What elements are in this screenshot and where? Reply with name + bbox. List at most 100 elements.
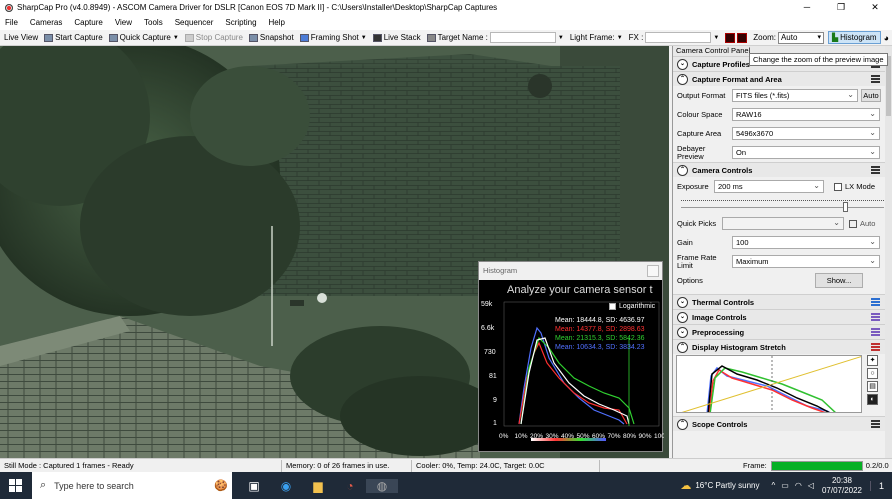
chevron-down-icon[interactable]: ▼	[713, 35, 719, 41]
stretch-histogram[interactable]: ✦ ○ ▤ ◐	[673, 354, 892, 414]
menu-icon[interactable]	[871, 75, 880, 83]
menu-view[interactable]: View	[115, 18, 132, 27]
histogram-stats: Mean: 18444.8, SD: 4636.97 Mean: 14377.8…	[555, 316, 645, 352]
save-icon[interactable]: ▤	[867, 381, 878, 392]
lx-mode-checkbox[interactable]: LX Mode	[834, 182, 875, 191]
section-display-histogram[interactable]: ⌃ Display Histogram Stretch	[673, 339, 892, 354]
chevron-up-icon[interactable]: ⌃	[677, 73, 688, 85]
notification-button[interactable]: 1	[870, 480, 892, 491]
section-camera-controls[interactable]: ⌃ Camera Controls	[673, 162, 892, 177]
menu-scripting[interactable]: Scripting	[225, 18, 256, 27]
exposure-slider[interactable]	[681, 196, 884, 214]
menu-icon[interactable]	[871, 313, 880, 321]
chevron-up-icon[interactable]: ^	[771, 481, 775, 490]
menu-cameras[interactable]: Cameras	[30, 18, 62, 27]
weather-text[interactable]: 16°C Partly sunny	[695, 481, 759, 490]
contrast-icon[interactable]: ◐	[867, 394, 878, 405]
zoom-select[interactable]: Auto	[777, 31, 824, 44]
lx-mode-label: LX Mode	[845, 182, 876, 191]
fx-select[interactable]	[645, 32, 712, 43]
x-tick-label: 90%	[639, 433, 652, 440]
task-view-icon[interactable]: ▣	[238, 479, 270, 493]
histogram-window[interactable]: Histogram Analyze your camera sensor t L…	[478, 261, 664, 452]
snapshot-button[interactable]: Snapshot	[248, 33, 294, 42]
section-thermal-controls[interactable]: ⌄ Thermal Controls	[673, 294, 892, 309]
framing-shot-button[interactable]: Framing Shot ▼	[299, 33, 367, 42]
show-options-button[interactable]: Show...	[815, 273, 863, 288]
histogram-title-bar[interactable]: Histogram	[479, 262, 662, 280]
wifi-icon[interactable]: ◠	[795, 481, 802, 490]
gain-select[interactable]: 100	[732, 236, 880, 249]
panel-scrollbar[interactable]	[885, 46, 892, 458]
exposure-input[interactable]: 200 ms	[714, 180, 824, 193]
crosshair-icon[interactable]	[725, 32, 736, 43]
reset-icon[interactable]: ○	[867, 368, 878, 379]
chevron-down-icon[interactable]: ▼	[173, 35, 179, 41]
start-capture-button[interactable]: Start Capture	[44, 33, 103, 42]
file-explorer-icon[interactable]: ▆	[302, 479, 334, 493]
chevron-down-icon[interactable]: ⌄	[677, 311, 688, 323]
sharpcap-taskbar-icon[interactable]: ◔	[334, 479, 366, 493]
frame-rate-select[interactable]: Maximum	[732, 255, 880, 268]
debayer-label: Debayer Preview	[677, 143, 706, 161]
menu-capture[interactable]: Capture	[74, 18, 102, 27]
volume-icon[interactable]: ◁	[808, 481, 814, 490]
target-name-input[interactable]	[489, 32, 556, 43]
menu-icon[interactable]	[871, 166, 880, 174]
light-frames-label[interactable]: Light Frame:	[570, 33, 615, 42]
clock[interactable]: 20:38 07/07/2022	[822, 476, 862, 496]
section-capture-format[interactable]: ⌃ Capture Format and Area	[673, 71, 892, 86]
histogram-button[interactable]: ▙ Histogram	[827, 31, 881, 44]
quick-capture-button[interactable]: Quick Capture ▼	[108, 33, 179, 42]
chevron-down-icon[interactable]: ▼	[361, 35, 367, 41]
section-scope-controls[interactable]: ⌃ Scope Controls	[673, 416, 892, 431]
debayer-select[interactable]: On	[732, 146, 880, 159]
cookie-icon[interactable]: 🍪	[214, 479, 228, 492]
status-memory: Memory: 0 of 26 frames in use.	[282, 459, 412, 472]
histogram-close-button[interactable]	[647, 265, 659, 277]
menu-help[interactable]: Help	[269, 18, 285, 27]
start-button[interactable]	[0, 472, 32, 499]
chevron-down-icon[interactable]: ⌄	[677, 58, 688, 70]
chevron-down-icon[interactable]: ▼	[617, 35, 623, 41]
chevron-down-icon[interactable]: ⌄	[677, 296, 688, 308]
live-view-button[interactable]: Live View	[4, 33, 38, 42]
network-icon[interactable]: ▭	[781, 481, 789, 490]
chevron-down-icon[interactable]: ▼	[558, 35, 564, 41]
overlay-buttons	[725, 32, 748, 43]
chevron-down-icon[interactable]: ⌄	[677, 326, 688, 338]
menu-tools[interactable]: Tools	[144, 18, 163, 27]
palette-icon[interactable]: ◕	[884, 33, 889, 43]
reticle-icon[interactable]	[737, 32, 748, 43]
output-format-select[interactable]: FITS files (*.fits)	[732, 89, 858, 102]
edge-icon[interactable]: ◉	[270, 479, 302, 493]
capture-area-select[interactable]: 5496x3670	[732, 127, 880, 140]
close-button[interactable]: ✕	[858, 0, 892, 15]
menu-sequencer[interactable]: Sequencer	[175, 18, 214, 27]
menu-file[interactable]: File	[5, 18, 18, 27]
chevron-up-icon[interactable]: ⌃	[677, 418, 688, 430]
auto-checkbox[interactable]: Auto	[849, 219, 875, 228]
live-stack-button[interactable]: Live Stack	[372, 33, 421, 42]
colour-space-select[interactable]: RAW16	[732, 108, 880, 121]
weather-icon[interactable]: ☁	[680, 479, 691, 492]
section-preprocessing[interactable]: ⌄ Preprocessing	[673, 324, 892, 339]
snapshot-label: Snapshot	[259, 33, 294, 42]
output-format-auto-button[interactable]: Auto	[861, 89, 881, 102]
quick-picks-select[interactable]	[722, 217, 844, 230]
menu-icon[interactable]	[871, 420, 880, 428]
active-app-icon[interactable]: ◍	[366, 478, 398, 493]
notification-count: 1	[878, 480, 884, 491]
menu-icon[interactable]	[871, 328, 880, 336]
section-image-controls[interactable]: ⌄ Image Controls	[673, 309, 892, 324]
menu-icon[interactable]	[871, 343, 880, 351]
chevron-up-icon[interactable]: ⌃	[677, 164, 688, 176]
menu-icon[interactable]	[871, 298, 880, 306]
chevron-up-icon[interactable]: ⌃	[677, 341, 688, 353]
maximize-button[interactable]: ❐	[824, 0, 858, 15]
minimize-button[interactable]: ─	[790, 0, 824, 15]
slider-thumb[interactable]	[843, 202, 849, 212]
wand-icon[interactable]: ✦	[867, 355, 878, 366]
taskbar-search[interactable]: ⌕ Type here to search 🍪	[32, 472, 232, 499]
stop-capture-button[interactable]: Stop Capture	[184, 33, 243, 42]
